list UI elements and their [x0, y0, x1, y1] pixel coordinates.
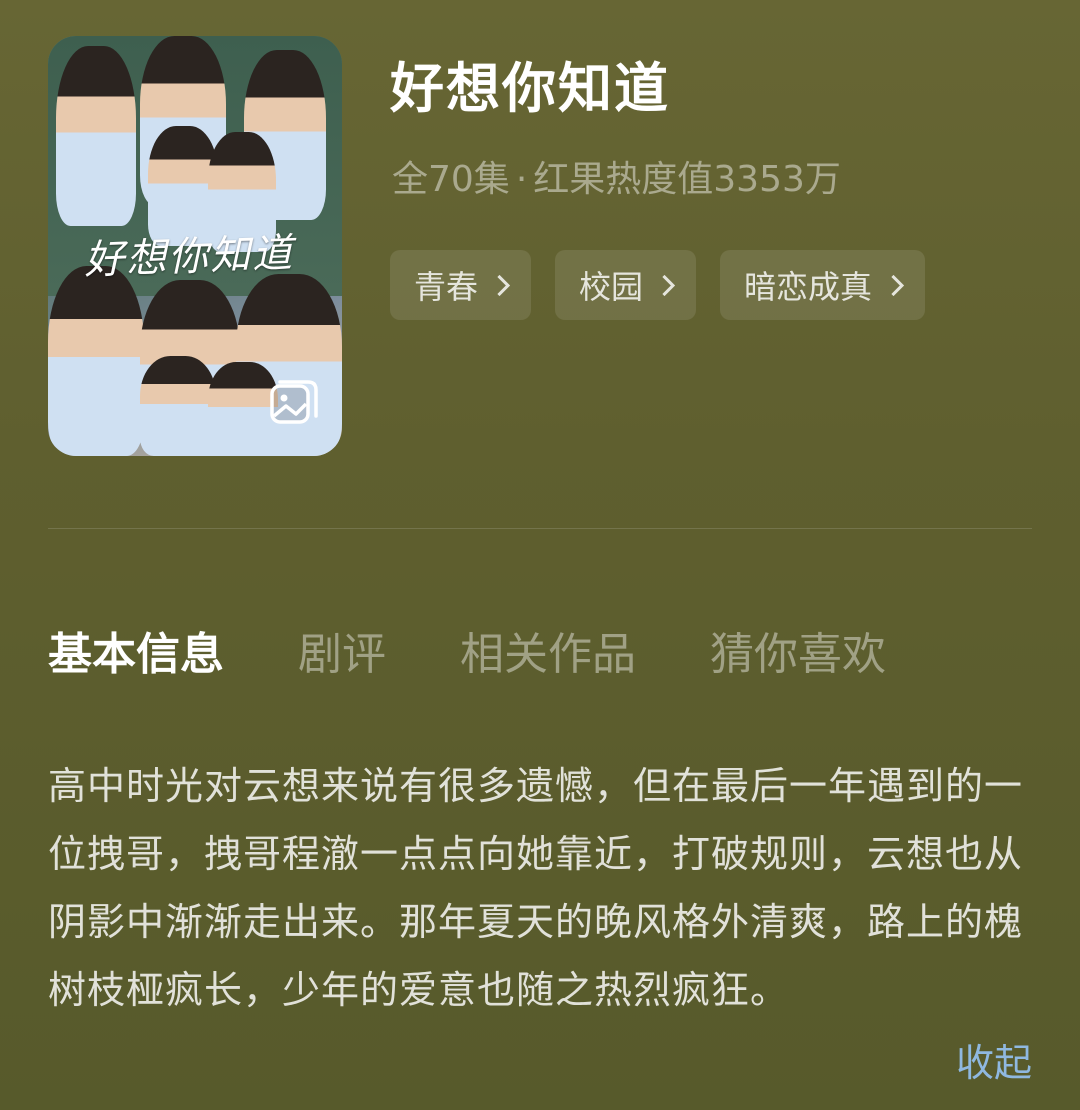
chevron-right-icon	[882, 274, 905, 296]
tag-label: 暗恋成真	[744, 268, 873, 306]
tag-label: 青春	[414, 268, 479, 306]
tab-related-works[interactable]: 相关作品	[460, 618, 636, 682]
meta-separator: ·	[515, 159, 528, 200]
section-divider	[48, 528, 1032, 529]
tag-anlian[interactable]: 暗恋成真	[720, 250, 926, 320]
tag-qingchun[interactable]: 青春	[390, 250, 532, 320]
drama-poster[interactable]: 好想你知道	[48, 36, 342, 456]
poster-figure	[56, 46, 136, 226]
tab-basic-info[interactable]: 基本信息	[48, 618, 224, 682]
chevron-right-icon	[653, 274, 676, 296]
genre-tags: 青春 校园 暗恋成真	[390, 250, 926, 320]
drama-synopsis: 高中时光对云想来说有很多遗憾，但在最后一年遇到的一位拽哥，拽哥程澈一点点向她靠近…	[48, 764, 1024, 1012]
gallery-icon[interactable]	[266, 374, 322, 430]
tab-recommendations[interactable]: 猜你喜欢	[710, 618, 886, 682]
chevron-right-icon	[488, 274, 511, 296]
tag-xiaoyuan[interactable]: 校园	[555, 250, 697, 320]
detail-tabs: 基本信息 剧评 相关作品 猜你喜欢	[48, 618, 960, 682]
tag-label: 校园	[579, 268, 644, 306]
heat-value: 红果热度值3353万	[533, 159, 841, 200]
episode-count: 全70集	[392, 159, 510, 200]
drama-meta: 全70集 · 红果热度值3353万	[392, 150, 841, 202]
poster-figure	[140, 356, 216, 456]
poster-title-calligraphy: 好想你知道	[83, 230, 295, 284]
poster-figure	[48, 266, 144, 456]
tab-reviews[interactable]: 剧评	[298, 618, 386, 682]
drama-title: 好想你知道	[390, 57, 670, 120]
collapse-button[interactable]: 收起	[956, 1032, 1032, 1087]
